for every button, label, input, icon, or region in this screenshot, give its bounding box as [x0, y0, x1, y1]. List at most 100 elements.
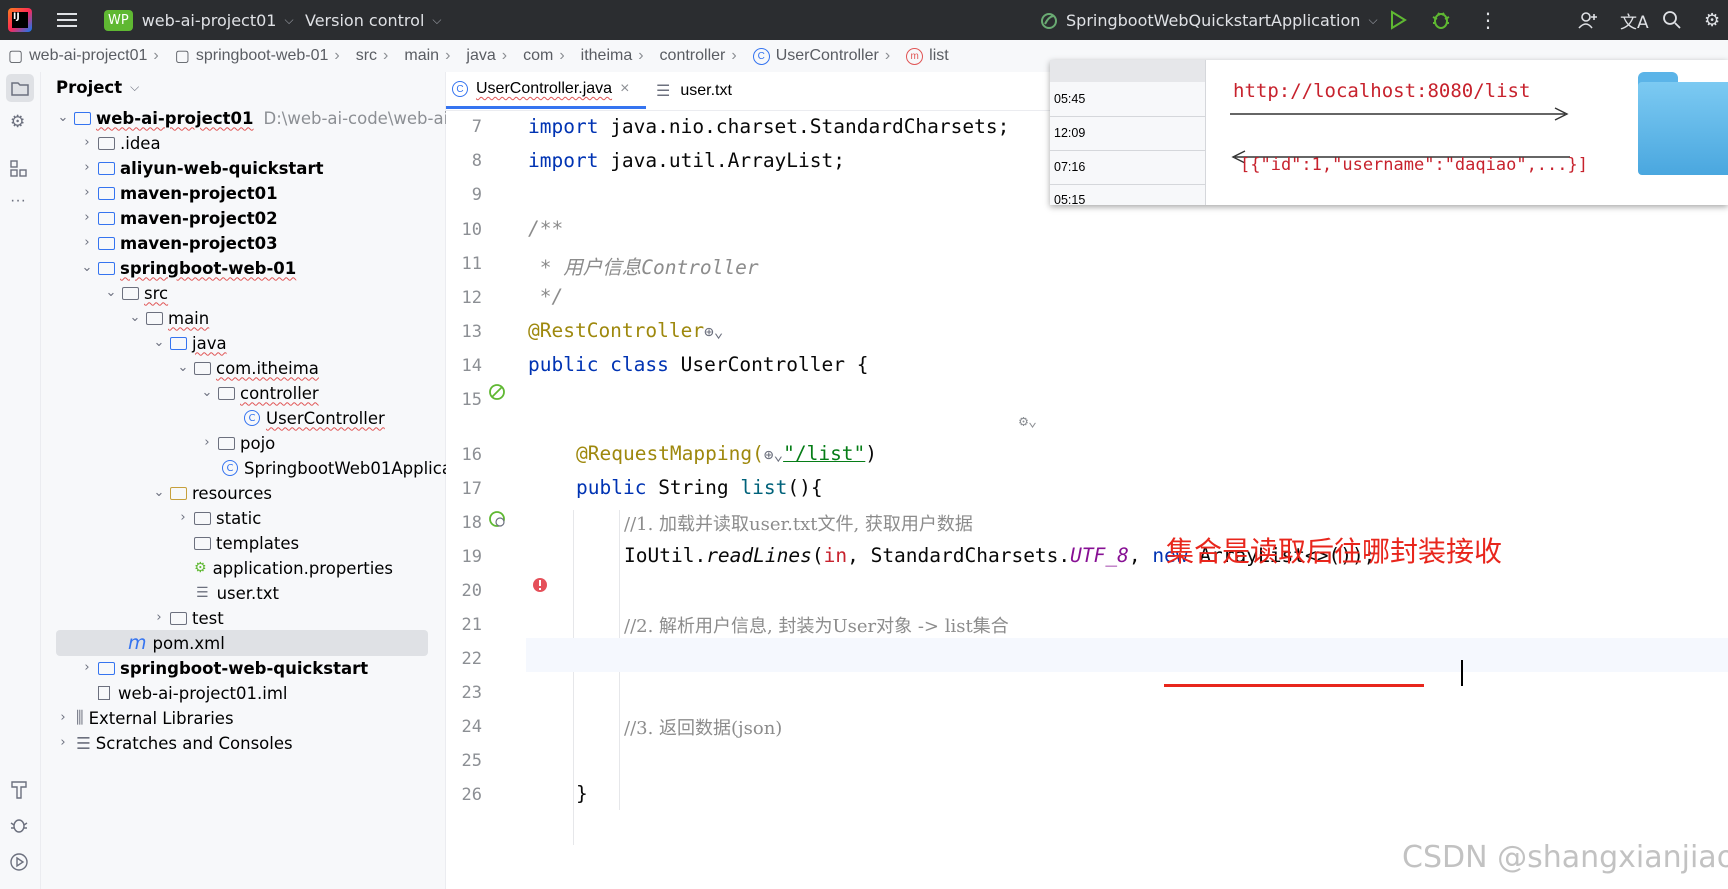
code-line-10[interactable]: /** [528, 217, 563, 240]
tree-item-folder[interactable]: templates [190, 530, 299, 556]
chevron-down-icon: ⌄ [153, 485, 165, 500]
tree-item-folder[interactable]: ⌄ src [104, 280, 169, 306]
tree-item-module[interactable]: › maven-project03 [80, 230, 277, 256]
code-line-8[interactable]: import java.util.ArrayList; [528, 149, 845, 172]
chevron-right-icon: › [638, 47, 644, 64]
tree-item-idea[interactable]: › .idea [80, 130, 160, 156]
code-line-16[interactable]: @RequestMapping(⊕⌄"/list") [576, 442, 877, 465]
web-globe-icon[interactable]: ⊕⌄ [704, 322, 723, 341]
tab-user-controller[interactable]: C UserController.java × [446, 72, 646, 109]
package-icon [218, 436, 235, 450]
code-line-14[interactable]: public class UserController { [528, 353, 868, 376]
tree-item-class[interactable]: C UserController [244, 405, 385, 431]
breadcrumb-item[interactable]: web-ai-project01 [29, 47, 147, 65]
module-folder-icon [98, 661, 115, 675]
code-line-7[interactable]: import java.nio.charset.StandardCharsets… [528, 115, 1009, 138]
code-line-17[interactable]: public String list(){ [576, 476, 823, 499]
tree-item-module[interactable]: ⌄ springboot-web-01 [80, 255, 297, 281]
more-actions-button[interactable]: ⋮ [1478, 0, 1498, 40]
settings-button[interactable]: ⚙ [1704, 0, 1720, 40]
structure-tool-button[interactable] [10, 160, 28, 183]
tree-item-package[interactable]: ⌄ controller [200, 380, 319, 406]
vcs-selector[interactable]: Version control ⌵ [305, 0, 442, 40]
breadcrumb-item[interactable]: com [523, 47, 553, 65]
search-everywhere-button[interactable] [1662, 0, 1682, 40]
debug-button[interactable] [1430, 0, 1452, 40]
app-logo[interactable]: IJ [8, 0, 32, 40]
run-config-selector[interactable]: SpringbootWebQuickstartApplication ⌵ [1038, 0, 1378, 40]
string-literal: "/list" [783, 442, 866, 465]
close-tab-icon[interactable]: × [620, 80, 629, 98]
project-view-selector[interactable]: Project ⌵ [56, 75, 139, 99]
services-tool-button[interactable]: ⚙ [10, 112, 25, 132]
tree-item-module[interactable]: › maven-project02 [80, 205, 277, 231]
run-button[interactable] [1388, 0, 1408, 40]
code-line-11[interactable]: * 用户信息Controller [528, 251, 759, 280]
tree-item-module[interactable]: › aliyun-web-quickstart [80, 155, 323, 181]
bug-icon [1432, 12, 1450, 29]
build-tool-button[interactable] [10, 780, 28, 805]
project-tool-window: Project ⌵ ⌄ web-ai-project01 D:\web-ai-c… [41, 72, 465, 889]
code-line-26[interactable]: } [576, 782, 588, 805]
project-badge: WP [104, 9, 133, 31]
ai-assist-icon[interactable]: ⚙⌄ [1019, 412, 1037, 430]
project-selector[interactable]: WP web-ai-project01 ⌵ [104, 0, 294, 40]
breadcrumb-item[interactable]: list [929, 47, 949, 65]
translate-button[interactable]: 文A [1620, 0, 1649, 40]
settings-gear-icon: ⚙ [10, 112, 26, 131]
breadcrumb-item[interactable]: springboot-web-01 [196, 47, 329, 65]
tree-item-folder[interactable]: ⌄ resources [152, 480, 272, 506]
tree-item-libraries[interactable]: › ⫼ External Libraries [56, 705, 233, 731]
chevron-right-icon: › [84, 660, 90, 675]
tree-item-folder[interactable]: ⌄ java [152, 330, 227, 356]
tree-item-module[interactable]: › springboot-web-quickstart [80, 655, 368, 681]
tree-item-module[interactable]: › maven-project01 [80, 180, 277, 206]
tree-item-package[interactable]: ⌄ com.itheima [176, 355, 319, 381]
tree-item-class[interactable]: C SpringbootWeb01Applica [222, 455, 452, 481]
chevron-right-icon: › [334, 47, 340, 64]
debug-tool-button[interactable] [10, 816, 28, 839]
tree-item-folder[interactable]: › test [152, 605, 223, 631]
tree-item-file-selected[interactable]: m pom.xml [128, 630, 225, 656]
breadcrumb-item[interactable]: itheima [581, 47, 633, 65]
breadcrumb-item[interactable]: UserController [776, 47, 879, 65]
tree-item-file[interactable]: web-ai-project01.iml [98, 680, 287, 706]
tree-item-folder[interactable]: › static [176, 505, 261, 531]
tree-item-package[interactable]: › pojo [200, 430, 275, 456]
scratches-icon: ☰ [76, 733, 91, 753]
more-tools-button[interactable]: ··· [10, 192, 26, 210]
spring-bean-gutter-icon[interactable] [488, 383, 508, 403]
breadcrumb-item[interactable]: src [356, 47, 377, 65]
code-text: java.util.ArrayList; [598, 149, 845, 172]
tree-item-scratches[interactable]: › ☰ Scratches and Consoles [56, 730, 292, 756]
main-menu-button[interactable] [56, 0, 78, 40]
tree-item-folder[interactable]: ⌄ main [128, 305, 210, 331]
breadcrumb-item[interactable]: controller [660, 47, 726, 65]
tree-item-label: pom.xml [152, 633, 225, 653]
code-line-13[interactable]: @RestController⊕⌄ [528, 319, 723, 342]
code-line-12[interactable]: */ [528, 285, 564, 308]
web-endpoint-gutter-icon[interactable] [488, 510, 508, 530]
tree-item-file[interactable]: ⚙ application.properties [194, 555, 393, 581]
code-line-24[interactable]: //3. 返回数据(json) [624, 714, 782, 740]
chevron-down-icon: ⌄ [153, 335, 165, 350]
error-gutter-icon[interactable] [532, 577, 548, 597]
line-number: 21 [461, 615, 482, 635]
line-number: 7 [471, 117, 482, 137]
module-folder-icon [98, 261, 115, 275]
tree-item-root-project[interactable]: ⌄ web-ai-project01 D:\web-ai-code\web-ai… [56, 105, 465, 131]
tree-item-file[interactable]: ☰ user.txt [196, 580, 279, 606]
chevron-right-icon: › [153, 47, 159, 64]
project-tool-button[interactable] [6, 74, 34, 102]
web-globe-icon[interactable]: ⊕⌄ [764, 445, 783, 464]
method-call: readLines [706, 544, 812, 567]
code-line-21[interactable]: //2. 解析用户信息, 封装为User对象 -> list集合 [624, 612, 1009, 638]
tab-user-txt[interactable]: ☰ user.txt [646, 72, 732, 109]
code-with-me-button[interactable] [1578, 0, 1598, 40]
run-tool-button[interactable] [9, 852, 29, 877]
code-text: (){ [787, 476, 823, 499]
breadcrumb-item[interactable]: main [404, 47, 439, 65]
code-line-18[interactable]: //1. 加载并读取user.txt文件, 获取用户数据 [624, 510, 973, 536]
tree-item-label: src [144, 283, 169, 303]
breadcrumb-item[interactable]: java [466, 47, 495, 65]
